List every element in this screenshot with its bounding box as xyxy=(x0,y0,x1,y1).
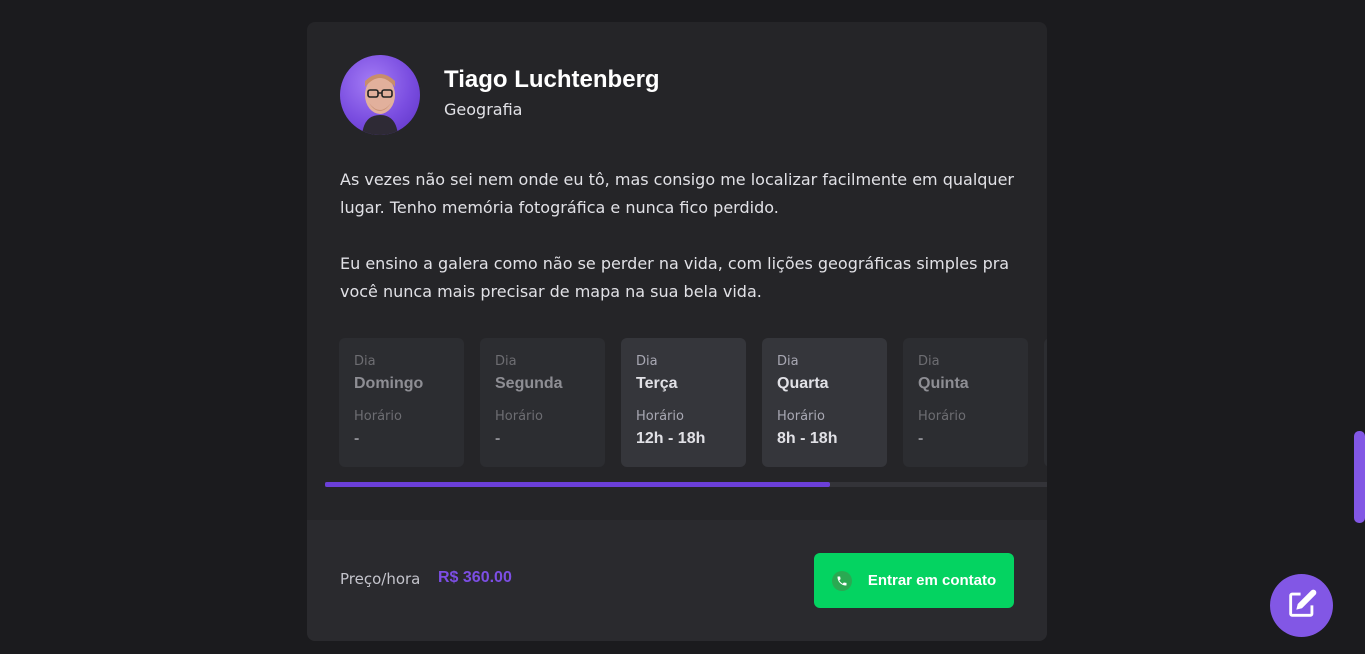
time-label: Horário xyxy=(495,409,543,424)
bio-paragraph: Eu ensino a galera como não se perder na… xyxy=(340,254,1010,301)
day-value: Domingo xyxy=(354,375,424,392)
schedule-item-quinta: Dia Quinta Horário - xyxy=(903,338,1028,467)
teacher-subject: Geografia xyxy=(444,100,523,119)
bio-paragraph: As vezes não sei nem onde eu tô, mas con… xyxy=(340,170,1014,217)
day-label: Dia xyxy=(495,354,517,369)
price-value: R$ 360.00 xyxy=(438,569,512,586)
schedule-list[interactable]: Dia Domingo Horário - Dia Segunda Horári… xyxy=(339,338,1047,467)
time-value: - xyxy=(918,430,924,447)
card-footer: Preço/hora R$ 360.00 Entrar em contato xyxy=(307,520,1047,641)
day-value: Quinta xyxy=(918,375,969,392)
day-value: Quarta xyxy=(777,375,829,392)
whatsapp-icon xyxy=(831,570,852,591)
time-label: Horário xyxy=(777,409,825,424)
schedule-item-terca: Dia Terça Horário 12h - 18h xyxy=(621,338,746,467)
teacher-avatar xyxy=(340,55,420,135)
schedule-item-domingo: Dia Domingo Horário - xyxy=(339,338,464,467)
page-scrollbar-thumb[interactable] xyxy=(1354,431,1365,523)
schedule-scrollbar-thumb[interactable] xyxy=(325,482,831,487)
schedule-scrollbar-track[interactable] xyxy=(325,482,1047,487)
day-value: Terça xyxy=(636,375,678,392)
time-value: - xyxy=(354,430,360,447)
time-value: 8h - 18h xyxy=(777,430,838,447)
edit-icon xyxy=(1285,587,1319,625)
price-label: Preço/hora xyxy=(340,570,421,588)
teacher-bio: As vezes não sei nem onde eu tô, mas con… xyxy=(340,166,1020,334)
time-label: Horário xyxy=(918,409,966,424)
day-label: Dia xyxy=(918,354,940,369)
schedule-item-segunda: Dia Segunda Horário - xyxy=(480,338,605,467)
time-value: 12h - 18h xyxy=(636,430,706,447)
contact-button-label: Entrar em contato xyxy=(867,572,997,589)
day-label: Dia xyxy=(636,354,658,369)
edit-fab-button[interactable] xyxy=(1270,574,1333,637)
time-value: - xyxy=(495,430,501,447)
schedule-item-quarta: Dia Quarta Horário 8h - 18h xyxy=(762,338,887,467)
time-label: Horário xyxy=(636,409,684,424)
time-label: Horário xyxy=(354,409,402,424)
teacher-card: Tiago Luchtenberg Geografia As vezes não… xyxy=(307,22,1047,641)
day-value: Segunda xyxy=(495,375,563,392)
schedule-item-partial xyxy=(1044,338,1047,467)
day-label: Dia xyxy=(777,354,799,369)
contact-button[interactable]: Entrar em contato xyxy=(814,553,1014,608)
teacher-name: Tiago Luchtenberg xyxy=(444,66,660,93)
day-label: Dia xyxy=(354,354,376,369)
